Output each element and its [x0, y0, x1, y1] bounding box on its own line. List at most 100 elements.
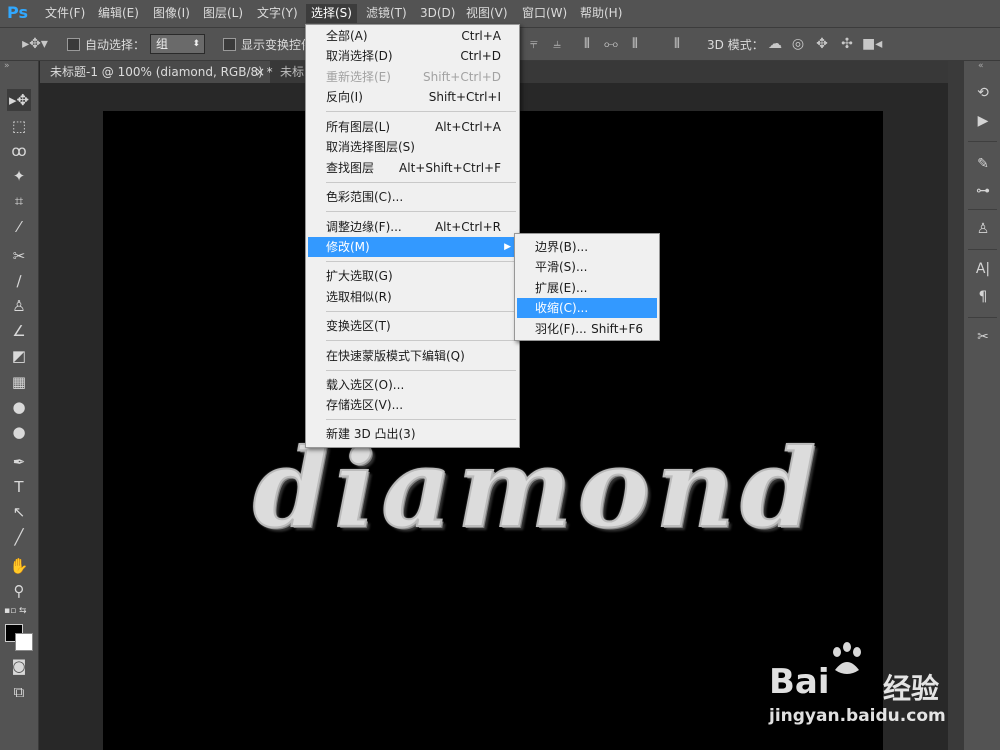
marquee-tool-icon[interactable]: ⬚ [7, 115, 31, 137]
menu-separator [326, 419, 516, 420]
dodge-tool-icon[interactable]: ● [7, 421, 31, 443]
menu-help[interactable]: 帮助(H) [575, 4, 627, 23]
right-panel-dock: « ⟲ ▶ ✎ ⊶ ♙ A| ¶ ✂ [963, 61, 1000, 750]
photoshop-logo: Ps [7, 3, 28, 22]
menu-item-label: 选取相似(R) [326, 290, 392, 304]
menu-item-label: 载入选区(O)... [326, 378, 405, 392]
watermark-url: jingyan.baidu.com [769, 706, 946, 726]
move-tool-preset-icon[interactable]: ▸✥▾ [20, 35, 50, 53]
adjustments-icon[interactable]: ⊶ [973, 181, 993, 201]
eyedropper-icon[interactable]: ⁄ [7, 216, 31, 238]
menu-file[interactable]: 文件(F) [40, 4, 90, 23]
3d-pan-icon[interactable]: ✥ [813, 35, 831, 53]
menu-view[interactable]: 视图(V) [461, 4, 513, 23]
history-brush-icon[interactable]: ∠ [7, 320, 31, 342]
show-transform-checkbox[interactable] [223, 38, 236, 51]
blur-tool-icon[interactable]: ● [7, 396, 31, 418]
menu-item-transform-selection[interactable]: 变换选区(T) [308, 316, 517, 336]
document-tab-label: 未标 [280, 65, 305, 79]
distribute-hcenter-icon[interactable]: ⧟ [602, 35, 620, 53]
type-tool-icon[interactable]: T [7, 476, 31, 498]
lasso-tool-icon[interactable]: ꝏ [7, 140, 31, 162]
distribute-left-icon[interactable]: ⫴ [578, 35, 596, 53]
menu-type[interactable]: 文字(Y) [252, 4, 303, 23]
auto-align-icon[interactable]: ⦀ [668, 35, 686, 53]
3d-slide-icon[interactable]: ✣ [838, 35, 856, 53]
path-selection-icon[interactable]: ↖ [7, 501, 31, 523]
magic-wand-icon[interactable]: ✦ [7, 165, 31, 187]
menu-3d[interactable]: 3D(D) [415, 4, 460, 23]
clone-stamp-icon[interactable]: ♙ [7, 295, 31, 317]
hand-tool-icon[interactable]: ✋ [7, 555, 31, 577]
menu-image[interactable]: 图像(I) [148, 4, 195, 23]
zoom-tool-icon[interactable]: ⚲ [7, 580, 31, 602]
actions-panel-icon[interactable]: ▶ [973, 111, 993, 131]
menu-item-find-layers[interactable]: 查找图层 Alt+Shift+Ctrl+F [308, 158, 517, 178]
collapse-icon[interactable]: » [4, 61, 10, 71]
menu-item-border[interactable]: 边界(B)... [517, 237, 657, 257]
quick-mask-icon[interactable]: ◙ [7, 655, 31, 677]
menu-item-save-selection[interactable]: 存储选区(V)... [308, 395, 517, 415]
brush-preset-icon[interactable]: ✎ [973, 154, 993, 174]
background-color-swatch[interactable] [15, 633, 33, 651]
eraser-tool-icon[interactable]: ◩ [7, 345, 31, 367]
menu-item-expand[interactable]: 扩展(E)... [517, 278, 657, 298]
menu-item-similar[interactable]: 选取相似(R) [308, 287, 517, 307]
menu-item-label: 羽化(F)... [535, 322, 587, 336]
tab-close-icon[interactable]: × [255, 61, 265, 83]
menu-item-refine-edge[interactable]: 调整边缘(F)... Alt+Ctrl+R [308, 217, 517, 237]
menu-item-shortcut: Alt+Shift+Ctrl+F [399, 161, 501, 175]
menu-select[interactable]: 选择(S) [306, 4, 357, 23]
menu-item-select-all[interactable]: 全部(A) Ctrl+A [308, 26, 517, 46]
menu-filter[interactable]: 滤镜(T) [361, 4, 412, 23]
line-tool-icon[interactable]: ╱ [7, 526, 31, 548]
3d-scale-icon[interactable]: ■◂ [862, 35, 882, 53]
menu-item-contract[interactable]: 收缩(C)... [517, 298, 657, 318]
menu-item-inverse[interactable]: 反向(I) Shift+Ctrl+I [308, 87, 517, 107]
menu-item-all-layers[interactable]: 所有图层(L) Alt+Ctrl+A [308, 117, 517, 137]
screen-mode-icon[interactable]: ⧉ [7, 681, 31, 703]
separator [968, 209, 997, 210]
healing-brush-icon[interactable]: ✂ [7, 245, 31, 267]
history-panel-icon[interactable]: ⟲ [973, 83, 993, 103]
menu-item-new-3d-extrusion[interactable]: 新建 3D 凸出(3) [308, 424, 517, 444]
crop-tool-icon[interactable]: ⌗ [7, 190, 31, 212]
paragraph-panel-icon[interactable]: ¶ [973, 287, 993, 307]
menu-separator [326, 370, 516, 371]
3d-roll-icon[interactable]: ◎ [789, 35, 807, 53]
distribute-right-icon[interactable]: ⫴ [626, 35, 644, 53]
brush-tool-icon[interactable]: ∕ [7, 270, 31, 292]
menu-edit[interactable]: 编辑(E) [93, 4, 144, 23]
menu-window[interactable]: 窗口(W) [517, 4, 572, 23]
auto-select-dropdown[interactable]: 组 ⬍ [150, 34, 205, 54]
default-colors-icon[interactable]: ▪▫ ⇆ [4, 606, 27, 616]
menu-item-deselect-layers[interactable]: 取消选择图层(S) [308, 137, 517, 157]
clone-source-icon[interactable]: ♙ [973, 219, 993, 239]
tool-presets-icon[interactable]: ✂ [973, 327, 993, 347]
align-top-icon[interactable]: ⫧ [525, 35, 543, 53]
menu-item-color-range[interactable]: 色彩范围(C)... [308, 187, 517, 207]
menu-layer[interactable]: 图层(L) [198, 4, 248, 23]
menu-item-deselect[interactable]: 取消选择(D) Ctrl+D [308, 46, 517, 66]
paw-logo-icon [827, 640, 867, 680]
menu-item-label: 新建 3D 凸出(3) [326, 427, 416, 441]
stepper-icon: ⬍ [192, 39, 200, 49]
character-panel-icon[interactable]: A| [973, 259, 993, 279]
menu-item-label: 存储选区(V)... [326, 398, 404, 412]
menu-item-modify[interactable]: 修改(M) ▶ [308, 237, 517, 257]
gradient-tool-icon[interactable]: ▦ [7, 371, 31, 393]
menu-item-label: 变换选区(T) [326, 319, 391, 333]
align-vcenter-icon[interactable]: ⫨ [548, 35, 566, 53]
menu-item-load-selection[interactable]: 载入选区(O)... [308, 375, 517, 395]
menu-item-smooth[interactable]: 平滑(S)... [517, 257, 657, 277]
3d-rotate-icon[interactable]: ☁ [766, 35, 784, 53]
document-tab-active[interactable]: 未标题-1 @ 100% (diamond, RGB/8) * × [40, 61, 273, 83]
menu-item-feather[interactable]: 羽化(F)... Shift+F6 [517, 319, 657, 339]
collapse-panels-icon[interactable]: « [978, 61, 984, 71]
move-tool-icon[interactable]: ▸✥ [7, 89, 31, 111]
menu-item-quick-mask[interactable]: 在快速蒙版模式下编辑(Q) [308, 346, 517, 366]
baidu-watermark: Bai 经验 jingyan.baidu.com [765, 640, 965, 735]
auto-select-checkbox[interactable] [67, 38, 80, 51]
menu-item-grow[interactable]: 扩大选取(G) [308, 266, 517, 286]
pen-tool-icon[interactable]: ✒ [7, 451, 31, 473]
